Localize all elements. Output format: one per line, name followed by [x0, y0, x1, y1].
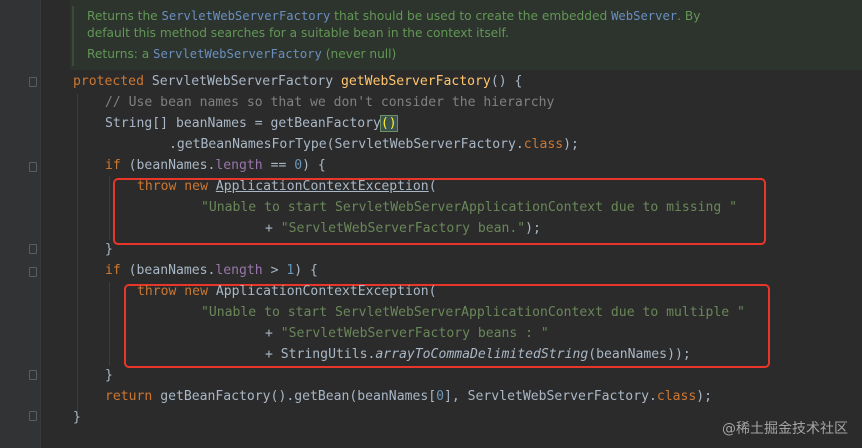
javadoc-text: . By — [677, 9, 701, 23]
fold-marker[interactable] — [29, 77, 37, 87]
code-line-string-beans: + "ServletWebServerFactory beans : " — [265, 324, 549, 344]
editor-gutter — [0, 0, 40, 448]
javadoc-code-ref[interactable]: ServletWebServerFactory — [153, 47, 322, 61]
code-text: } — [73, 410, 81, 425]
indent-guide — [77, 94, 78, 412]
static-method-call: arrayToCommaDelimitedString — [375, 347, 589, 362]
string-literal: "Unable to start ServletWebServerApplica… — [201, 200, 738, 215]
keyword: class — [523, 137, 564, 152]
code-line-if-multiple: if (beanNames.length > 1) { — [105, 261, 318, 281]
fold-marker[interactable] — [29, 162, 37, 172]
code-line-if-zero: if (beanNames.length == 0) { — [105, 156, 326, 176]
fold-marker[interactable] — [29, 244, 37, 254]
code-text: ); — [525, 221, 541, 236]
string-literal: "ServletWebServerFactory bean." — [280, 221, 526, 236]
code-text: String[] beanNames = getBeanFactory — [105, 116, 381, 131]
javadoc-text: (never null) — [325, 47, 397, 61]
javadoc-returns: Returns: a ServletWebServerFactory (neve… — [87, 47, 396, 61]
code-line-method-signature: protected ServletWebServerFactory getWeb… — [73, 72, 522, 92]
code-text: ( — [428, 179, 437, 194]
number-literal: 0 — [294, 158, 303, 173]
comment: // Use bean names so that we don't consi… — [105, 95, 555, 110]
code-text: + — [265, 326, 281, 341]
code-text: } — [105, 368, 113, 383]
class-link[interactable]: ApplicationContextException — [216, 179, 429, 194]
javadoc-text: that should be used to create the embedd… — [330, 9, 612, 23]
code-text: ) { — [302, 158, 326, 173]
type-name: ServletWebServerFactory — [143, 74, 342, 89]
code-line-string-missing: "Unable to start ServletWebServerApplica… — [201, 198, 737, 218]
matched-parentheses: () — [379, 115, 398, 132]
code-text: } — [105, 242, 113, 257]
code-text: .getBeanNamesForType(ServletWebServerFac… — [169, 137, 524, 152]
code-text: () { — [490, 74, 523, 89]
code-text: ], ServletWebServerFactory. — [444, 389, 657, 404]
javadoc-text: Returns the — [87, 9, 162, 23]
javadoc-code-ref[interactable]: ServletWebServerFactory — [162, 9, 331, 23]
fold-marker[interactable] — [29, 411, 37, 421]
fold-marker[interactable] — [29, 267, 37, 277]
code-line-return: return getBeanFactory().getBean(beanName… — [105, 387, 712, 407]
code-line-get-bean-names: .getBeanNamesForType(ServletWebServerFac… — [169, 135, 579, 155]
code-text: getBeanFactory().getBean(beanNames[ — [152, 389, 437, 404]
code-text: + StringUtils. — [265, 347, 376, 362]
keyword: throw new — [137, 284, 208, 299]
code-text: (beanNames. — [120, 158, 216, 173]
keyword: throw new — [137, 179, 208, 194]
code-line-bean-names: String[] beanNames = getBeanFactory() — [105, 114, 398, 134]
number-literal: 0 — [436, 389, 444, 404]
code-line-string-utils: + StringUtils.arrayToCommaDelimitedStrin… — [265, 345, 691, 365]
javadoc-code-ref[interactable]: WebServer — [611, 9, 677, 23]
code-text: (beanNames)); — [588, 347, 691, 362]
watermark: @稀土掘金技术社区 — [722, 421, 848, 437]
code-line-comment: // Use bean names so that we don't consi… — [105, 93, 554, 113]
code-text: ); — [696, 389, 713, 404]
keyword: return — [105, 389, 153, 404]
string-literal: "Unable to start ServletWebServerApplica… — [201, 305, 745, 320]
code-text: ); — [563, 137, 579, 152]
keyword: class — [656, 389, 697, 404]
code-text: + — [265, 221, 281, 236]
keyword: if — [105, 263, 121, 278]
javadoc-line-1: Returns the ServletWebServerFactory that… — [87, 9, 700, 23]
code-text: == — [262, 158, 295, 173]
javadoc-fold-bar — [72, 6, 74, 66]
code-line-close-brace: } — [105, 366, 113, 386]
gutter-separator — [40, 0, 41, 448]
string-literal: "ServletWebServerFactory beans : " — [280, 326, 549, 341]
keyword: protected — [73, 74, 144, 89]
code-line-close-brace: } — [105, 240, 113, 260]
code-text: ) { — [294, 263, 318, 278]
field-ref: length — [215, 158, 263, 173]
code-line-method-close: } — [73, 408, 81, 428]
keyword: if — [105, 158, 121, 173]
field-ref: length — [215, 263, 263, 278]
code-line-throw-multiple: throw new ApplicationContextException( — [137, 282, 437, 302]
indent-guide — [109, 176, 110, 240]
method-name[interactable]: getWebServerFactory — [341, 74, 491, 89]
fold-marker[interactable] — [29, 370, 37, 380]
javadoc-text: a — [141, 47, 150, 61]
code-text: ApplicationContextException( — [207, 284, 437, 299]
code-text: (beanNames. — [120, 263, 216, 278]
javadoc-returns-label: Returns: — [87, 47, 138, 61]
indent-guide — [109, 282, 110, 366]
javadoc-line-2: default this method searches for a suita… — [87, 26, 509, 40]
code-line-string-bean: + "ServletWebServerFactory bean."); — [265, 219, 541, 239]
code-text: > — [262, 263, 287, 278]
code-line-throw-missing: throw new ApplicationContextException( — [137, 177, 437, 197]
code-line-string-multiple: "Unable to start ServletWebServerApplica… — [201, 303, 745, 323]
javadoc-rendered-block: Returns the ServletWebServerFactory that… — [70, 0, 862, 70]
